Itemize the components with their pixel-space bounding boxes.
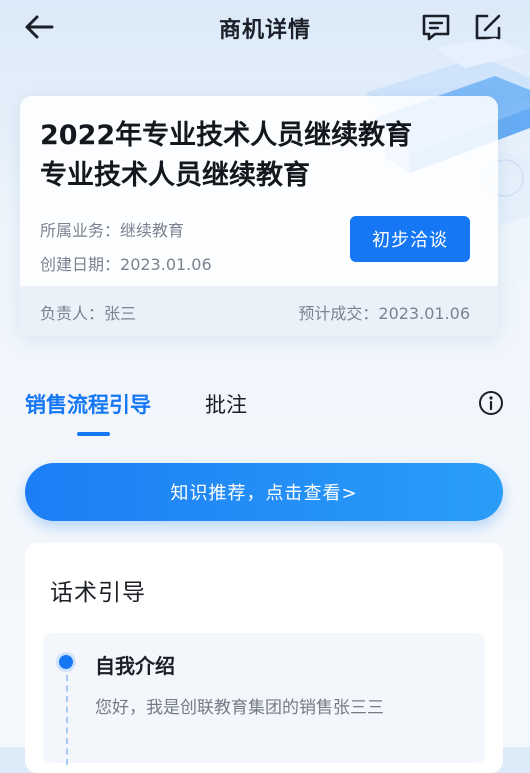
- expected-deal-row: 预计成交：2023.01.06: [298, 300, 470, 324]
- owner-row: 负责人：张三: [40, 300, 136, 324]
- business-value: 继续教育: [120, 221, 185, 240]
- owner-value: 张三: [104, 304, 137, 323]
- script-guide-card: 话术引导 自我介绍 您好，我是创联教育集团的销售张三三: [25, 543, 503, 773]
- business-label: 所属业务：: [40, 221, 121, 240]
- created-date-value: 2023.01.06: [120, 255, 212, 274]
- opportunity-title-line2: 专业技术人员继续教育: [40, 160, 310, 191]
- expected-deal-value: 2023.01.06: [378, 304, 470, 323]
- expected-deal-label: 预计成交：: [298, 304, 379, 323]
- step-dot-icon: [56, 652, 76, 672]
- opportunity-card: 2022年专业技术人员继续教育 专业技术人员继续教育 所属业务：继续教育 创建日…: [20, 96, 498, 336]
- card-footer: 负责人：张三 预计成交：2023.01.06: [20, 286, 498, 336]
- stage-button[interactable]: 初步洽谈: [350, 216, 470, 262]
- opportunity-title-line1: 2022年专业技术人员继续教育: [40, 120, 413, 151]
- tab-annotations[interactable]: 批注: [205, 389, 247, 419]
- created-date-label: 创建日期：: [40, 255, 121, 274]
- tab-sales-process[interactable]: 销售流程引导: [25, 389, 151, 419]
- active-tab-indicator: [77, 432, 110, 436]
- step-title: 自我介绍: [95, 654, 175, 678]
- step-timeline-line: [66, 675, 68, 765]
- owner-label: 负责人：: [40, 304, 105, 323]
- opportunity-title: 2022年专业技术人员继续教育 专业技术人员继续教育: [40, 116, 480, 196]
- step-text: 您好，我是创联教育集团的销售张三三: [95, 698, 384, 718]
- business-row: 所属业务：继续教育: [40, 217, 184, 241]
- script-step[interactable]: 自我介绍 您好，我是创联教育集团的销售张三三: [43, 633, 485, 765]
- info-icon[interactable]: [478, 390, 504, 416]
- knowledge-recommend-button[interactable]: 知识推荐，点击查看>: [25, 463, 503, 521]
- created-date-row: 创建日期：2023.01.06: [40, 251, 212, 275]
- script-guide-title: 话术引导: [50, 580, 146, 606]
